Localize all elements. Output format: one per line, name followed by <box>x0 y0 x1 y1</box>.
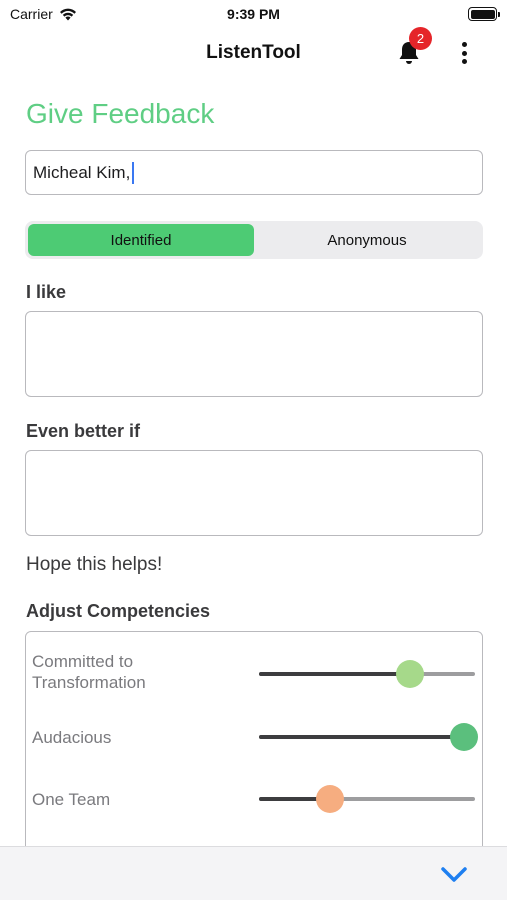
i-like-label: I like <box>26 282 67 302</box>
competency-slider[interactable] <box>259 784 475 814</box>
competency-name: Committed to Transformation <box>32 652 146 692</box>
more-vertical-icon[interactable] <box>456 40 472 66</box>
slider-fill <box>259 672 411 676</box>
status-bar: Carrier 9:39 PM <box>0 0 507 30</box>
competencies-label: Adjust Competencies <box>26 601 211 621</box>
slider-thumb[interactable] <box>316 785 345 813</box>
competency-name: Audacious <box>32 728 112 747</box>
slider-fill <box>259 735 465 739</box>
text-cursor <box>132 161 135 184</box>
even-better-textarea[interactable] <box>25 450 483 536</box>
segment-anonymous[interactable]: Anonymous <box>254 224 480 256</box>
notification-badge: 2 <box>409 27 432 50</box>
bottom-toolbar <box>0 846 507 900</box>
chevron-down-icon[interactable] <box>440 865 468 885</box>
recipient-name-value: Micheal Kim, <box>33 162 131 182</box>
battery-icon <box>468 7 500 21</box>
competencies-panel: Committed to Transformation Audacious On… <box>25 631 483 871</box>
navigation-bar: ListenTool 2 <box>0 27 507 76</box>
closing-text: Hope this helps! <box>26 554 163 575</box>
app-title: ListenTool <box>206 42 301 63</box>
i-like-textarea[interactable] <box>25 311 483 397</box>
status-time: 9:39 PM <box>227 6 280 22</box>
competency-slider[interactable] <box>259 659 475 689</box>
even-better-label: Even better if <box>26 421 141 441</box>
competency-slider[interactable] <box>259 722 479 752</box>
segment-identified[interactable]: Identified <box>28 224 254 256</box>
slider-thumb[interactable] <box>450 723 479 751</box>
identity-segmented-control: Identified Anonymous <box>25 221 483 259</box>
slider-thumb[interactable] <box>396 660 425 688</box>
recipient-name-input[interactable]: Micheal Kim, <box>25 150 483 195</box>
page-title: Give Feedback <box>26 98 215 129</box>
competency-name: One Team <box>32 790 111 809</box>
